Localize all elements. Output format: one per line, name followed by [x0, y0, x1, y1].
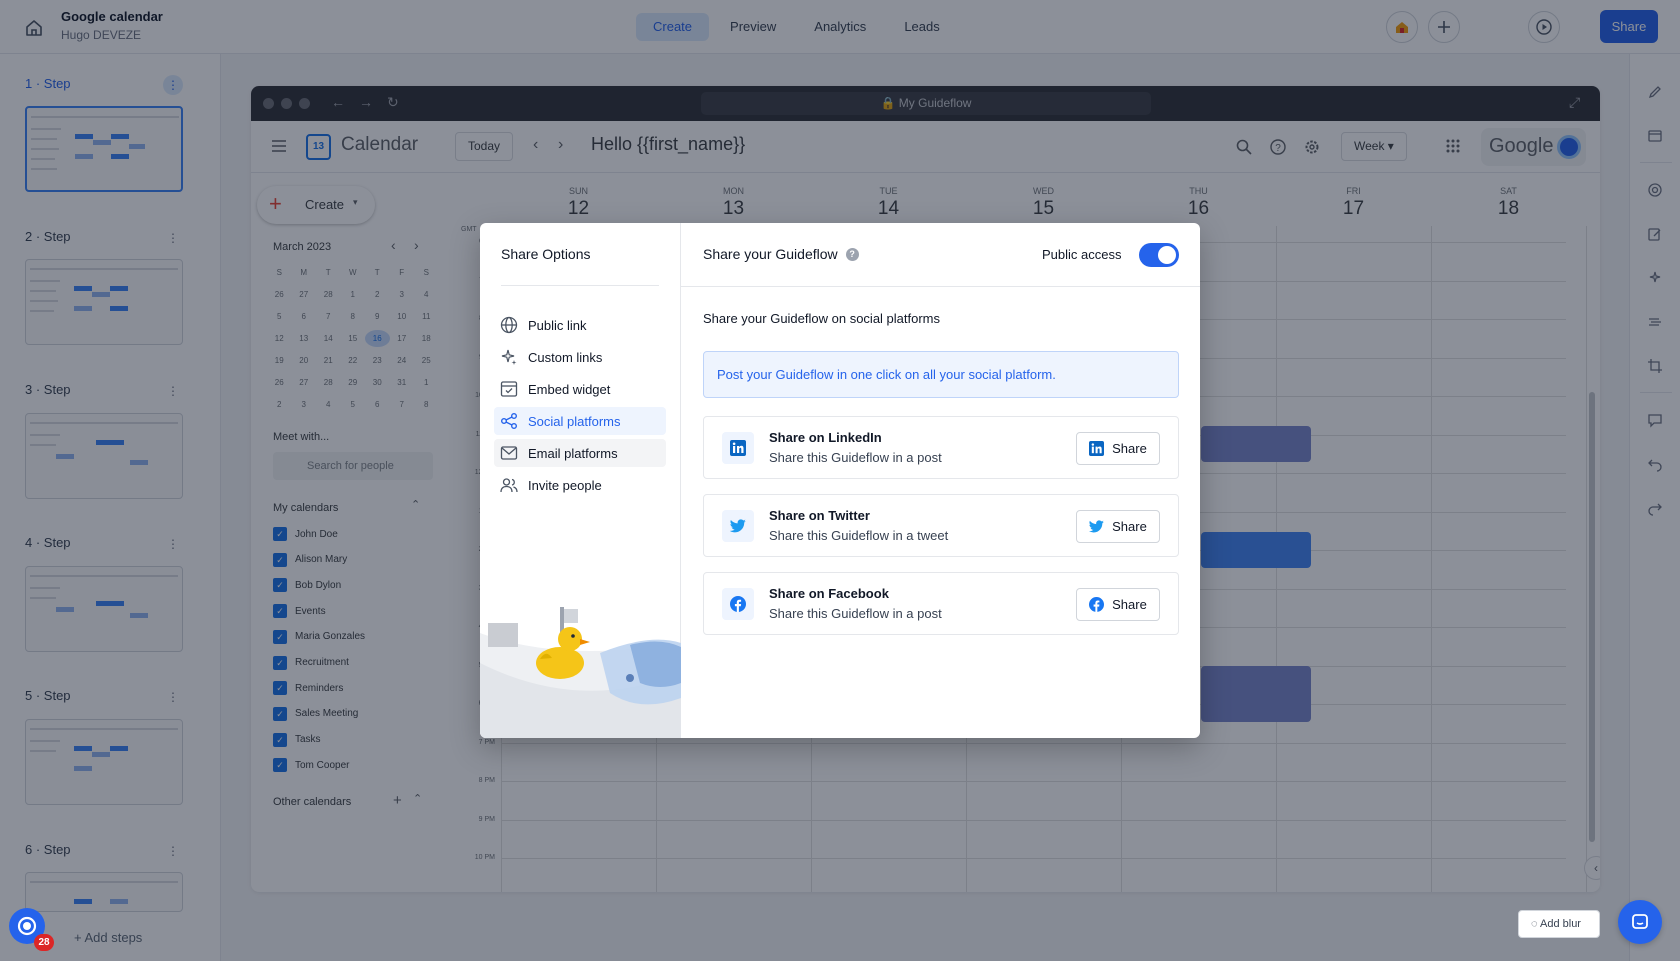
linkedin-share-button[interactable]: Share — [1076, 432, 1160, 465]
linkedin-icon-box — [722, 432, 754, 464]
social-subheading: Share your Guideflow on social platforms — [703, 311, 941, 326]
menu-item-public-link[interactable]: Public link — [494, 311, 666, 339]
public-access-label: Public access — [1042, 247, 1122, 262]
share-button-label: Share — [1112, 519, 1147, 534]
divider — [501, 285, 659, 286]
toggle-knob — [1158, 246, 1176, 264]
blur-drop-icon: ◌ — [1531, 918, 1540, 930]
twitter-icon-box — [722, 510, 754, 542]
share-panel-header: Share your Guideflow ? — [703, 246, 859, 262]
facebook-icon — [1089, 597, 1105, 612]
facebook-icon — [730, 596, 746, 612]
help-icon[interactable]: ? — [845, 247, 859, 261]
notification-badge: 28 — [34, 934, 54, 951]
linkedin-icon — [1089, 441, 1105, 456]
divider — [681, 286, 1200, 287]
sparkle-icon — [501, 349, 517, 365]
twitter-icon — [1089, 520, 1104, 533]
twitter-share-button[interactable]: Share — [1076, 510, 1160, 543]
linkedin-icon — [730, 440, 746, 456]
share-options-nav: Share Options Public link Custom links E… — [480, 223, 681, 738]
guideflow-logo-icon — [17, 916, 37, 936]
add-blur-button[interactable]: ◌ Add blur — [1518, 910, 1600, 938]
chat-icon — [1632, 914, 1648, 929]
menu-item-embed-widget[interactable]: Embed widget — [494, 375, 666, 403]
add-steps-button[interactable]: + Add steps — [74, 930, 142, 945]
menu-item-label: Custom links — [528, 349, 603, 365]
menu-item-social-platforms[interactable]: Social platforms — [494, 407, 666, 435]
mail-icon — [500, 446, 518, 460]
facebook-icon-box — [722, 588, 754, 620]
share-nodes-icon — [501, 413, 517, 429]
menu-item-invite-people[interactable]: Invite people — [494, 471, 666, 499]
chat-support-button[interactable] — [1618, 900, 1662, 944]
menu-item-label: Email platforms — [528, 445, 618, 461]
info-banner: Post your Guideflow in one click on all … — [703, 351, 1179, 398]
embed-icon — [500, 381, 518, 397]
rubber-duck-illustration — [480, 607, 681, 738]
twitter-icon — [730, 519, 746, 533]
menu-item-email-platforms[interactable]: Email platforms — [494, 439, 666, 467]
menu-item-custom-links[interactable]: Custom links — [494, 343, 666, 371]
share-panel-title: Share your Guideflow — [703, 246, 838, 262]
globe-icon — [500, 316, 518, 334]
menu-item-label: Social platforms — [528, 413, 621, 429]
menu-item-label: Public link — [528, 317, 587, 333]
share-panel: Share your Guideflow ? Public access Sha… — [681, 223, 1200, 738]
people-icon — [500, 478, 518, 493]
share-options-modal: Share Options Public link Custom links E… — [480, 223, 1200, 738]
social-card-title: Share on Twitter — [769, 508, 870, 523]
add-blur-label: Add blur — [1540, 918, 1581, 930]
social-card-description: Share this Guideflow in a post — [769, 450, 942, 465]
social-card-description: Share this Guideflow in a tweet — [769, 528, 949, 543]
social-card-title: Share on Facebook — [769, 586, 889, 601]
facebook-share-button[interactable]: Share — [1076, 588, 1160, 621]
facebook-share-card: Share on Facebook Share this Guideflow i… — [703, 572, 1179, 635]
twitter-share-card: Share on Twitter Share this Guideflow in… — [703, 494, 1179, 557]
share-options-title: Share Options — [501, 246, 591, 262]
linkedin-share-card: Share on LinkedIn Share this Guideflow i… — [703, 416, 1179, 479]
menu-item-label: Embed widget — [528, 381, 611, 397]
menu-item-label: Invite people — [528, 477, 602, 493]
share-button-label: Share — [1112, 441, 1147, 456]
public-access-toggle[interactable] — [1139, 243, 1179, 267]
share-button-label: Share — [1112, 597, 1147, 612]
social-card-title: Share on LinkedIn — [769, 430, 882, 445]
social-card-description: Share this Guideflow in a post — [769, 606, 942, 621]
